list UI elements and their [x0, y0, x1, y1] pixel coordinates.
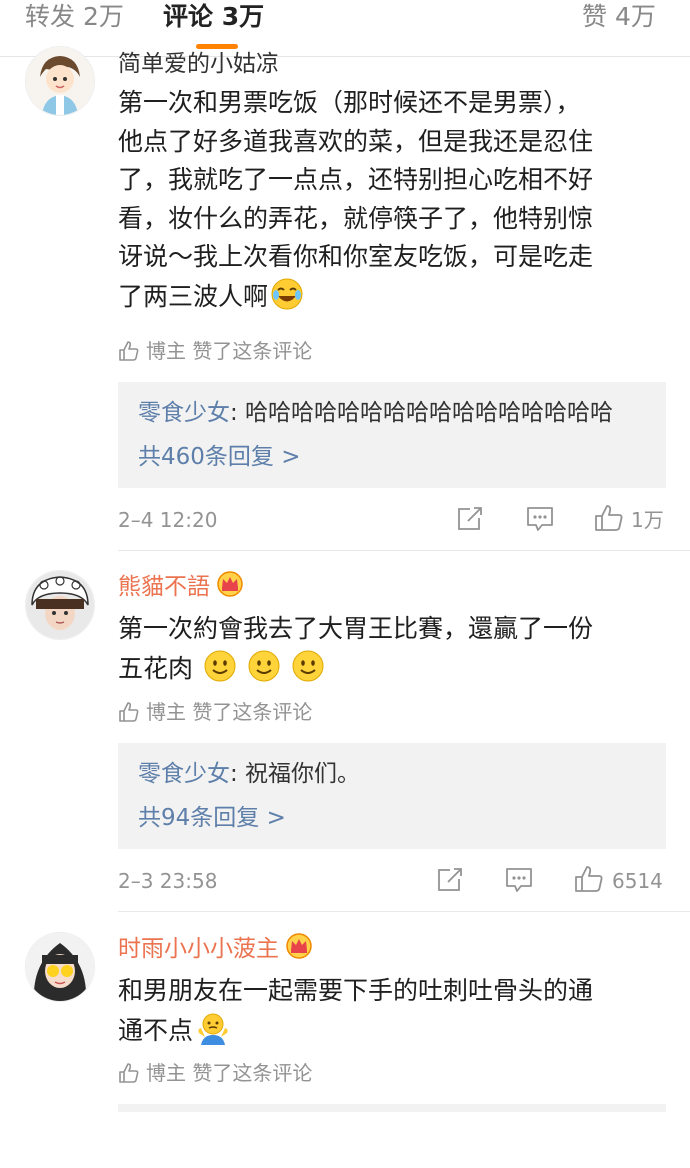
comment-text: 第一次約會我去了大胃王比賽，還贏了一份 五花肉 — [118, 610, 663, 694]
comment-line: 和男朋友在一起需要下手的吐刺吐骨头的通 — [118, 976, 594, 1005]
tab-likes[interactable]: 赞 4万 — [582, 2, 656, 32]
comment-line: 第一次約會我去了大胃王比賽，還贏了一份 — [118, 614, 594, 643]
reply-preview[interactable]: 零食少女: 哈哈哈哈哈哈哈哈哈哈哈哈哈哈哈哈 共460条回复 > — [118, 382, 666, 488]
comment-time: 2–4 12:20 — [118, 508, 218, 532]
comment-line-last: 五花肉 — [118, 649, 663, 695]
view-replies-link[interactable]: 共94条回复 > — [138, 803, 286, 833]
username-text: 时雨小小小菠主 — [118, 936, 279, 962]
reply-text: : 哈哈哈哈哈哈哈哈哈哈哈哈哈哈哈哈 — [230, 400, 614, 426]
author-liked-note: 博主 赞了这条评论 — [118, 338, 312, 364]
avatar[interactable] — [25, 570, 95, 640]
view-replies-link[interactable]: 共460条回复 > — [138, 442, 300, 472]
tab-repost[interactable]: 转发 2万 — [25, 2, 124, 32]
reply-username[interactable]: 零食少女 — [138, 761, 230, 787]
comment-line-text: 了两三波人啊 — [118, 281, 269, 311]
like-icon[interactable] — [574, 865, 604, 897]
laugh-cry-emoji — [270, 277, 304, 323]
divider — [118, 911, 690, 912]
reply-line: 零食少女: 哈哈哈哈哈哈哈哈哈哈哈哈哈哈哈哈 — [138, 398, 613, 428]
username[interactable]: 简单爱的小姑凉 — [118, 50, 279, 78]
username[interactable]: 时雨小小小菠主 — [118, 933, 313, 966]
comment-text: 第一次和男票吃饭（那时候还不是男票）， 他点了好多道我喜欢的菜，但是我还是忍住 … — [118, 84, 663, 322]
shrug-emoji — [195, 1011, 231, 1057]
share-icon[interactable] — [436, 867, 464, 897]
avatar[interactable] — [25, 46, 95, 116]
comment-tabs: 转发 2万 评论 3万 赞 4万 — [0, 0, 690, 57]
author-liked-note: 博主 赞了这条评论 — [118, 699, 312, 725]
like-count: 6514 — [612, 869, 663, 893]
reply-text: : 祝福你们。 — [230, 761, 361, 787]
smile-emoji — [203, 649, 237, 695]
share-icon[interactable] — [456, 506, 484, 536]
tab-comments[interactable]: 评论 3万 — [163, 2, 264, 32]
comment-line-text: 通不点 — [118, 1015, 194, 1045]
smile-emoji — [291, 649, 325, 695]
comment-line-last: 通不点 — [118, 1011, 663, 1057]
thumbs-up-icon — [119, 702, 139, 722]
author-liked-text: 博主 赞了这条评论 — [146, 339, 313, 363]
username-text: 熊貓不語 — [118, 574, 210, 600]
comment-icon[interactable] — [526, 506, 554, 536]
vip-crown-icon — [216, 571, 244, 604]
comment-line: 第一次和男票吃饭（那时候还不是男票）， — [118, 88, 581, 117]
thumbs-up-icon — [119, 1063, 139, 1083]
like-count: 1万 — [631, 508, 664, 532]
author-liked-note: 博主 赞了这条评论 — [118, 1060, 312, 1086]
vip-crown-icon — [285, 933, 313, 966]
comment-line-text: 五花肉 — [118, 653, 194, 683]
comment-line: 讶说～我上次看你和你室友吃饭，可是吃走 — [118, 242, 594, 271]
comment-line: 他点了好多道我喜欢的菜，但是我还是忍住 — [118, 126, 594, 156]
reply-username[interactable]: 零食少女 — [138, 400, 230, 426]
username[interactable]: 熊貓不語 — [118, 571, 244, 604]
author-liked-text: 博主 赞了这条评论 — [146, 1061, 313, 1085]
active-tab-indicator — [196, 44, 238, 49]
comment-line: 看，妆什么的弄花，就停筷子了，他特别惊 — [118, 203, 594, 233]
comment-text: 和男朋友在一起需要下手的吐刺吐骨头的通 通不点 — [118, 972, 663, 1056]
divider — [118, 550, 690, 551]
reply-preview[interactable] — [118, 1104, 666, 1112]
comment-line: 了，我就吃了一点点，还特别担心吃相不好 — [118, 165, 594, 194]
reply-line: 零食少女: 祝福你们。 — [138, 759, 360, 789]
avatar[interactable] — [25, 932, 95, 1002]
smile-emoji — [247, 649, 281, 695]
reply-preview[interactable]: 零食少女: 祝福你们。 共94条回复 > — [118, 743, 666, 849]
comment-line-last: 了两三波人啊 — [118, 277, 663, 323]
like-icon[interactable] — [594, 504, 624, 536]
comment-time: 2–3 23:58 — [118, 869, 218, 893]
comment-icon[interactable] — [505, 867, 533, 897]
thumbs-up-icon — [119, 341, 139, 361]
author-liked-text: 博主 赞了这条评论 — [146, 700, 313, 724]
